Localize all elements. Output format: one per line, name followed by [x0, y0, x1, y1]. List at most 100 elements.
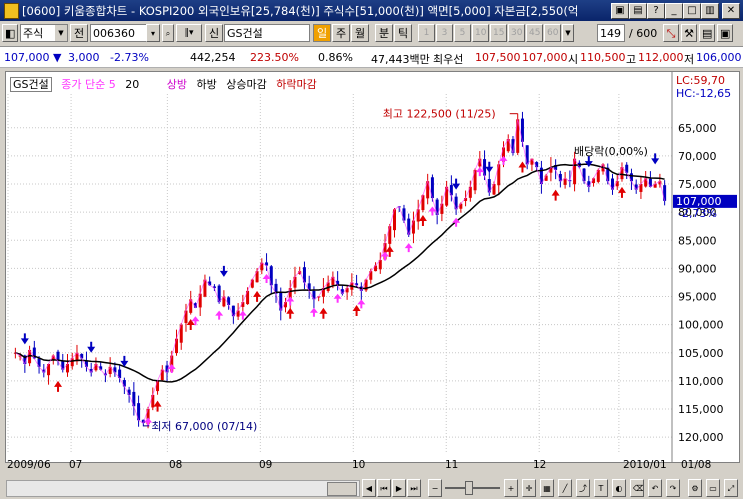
interval-button-3[interactable]: 3 [436, 24, 453, 42]
legend-lower-close: 하락마감 [276, 78, 317, 91]
up-arrow-icon [54, 380, 63, 392]
y-tick-label: 90,000 [678, 262, 717, 275]
up-arrow-icon [319, 307, 328, 319]
trend-icon[interactable]: ⤴ [576, 479, 590, 497]
down-arrow-icon [452, 178, 461, 190]
line-tool-icon[interactable]: ╱ [558, 479, 572, 497]
exit-icon[interactable]: ▥ [701, 3, 719, 19]
high-label: 고 [626, 53, 637, 66]
tab-weekly[interactable]: 주 [332, 24, 350, 42]
scroll-next-icon[interactable]: ▶ [392, 479, 406, 497]
y-tick-label: 85,000 [678, 234, 717, 247]
signal-marker-icon [333, 293, 342, 303]
open-label: 시 [568, 53, 579, 66]
close-icon[interactable]: ✕ [722, 3, 740, 19]
total-count: / 600 [629, 27, 658, 40]
settings-icon[interactable]: ⚙ [688, 479, 702, 497]
candlestick-chart[interactable]: 120,000 115,000 110,000 105,000 100,000 95,00… [6, 72, 739, 462]
color-icon[interactable]: ◐ [612, 479, 626, 497]
app-icon [4, 3, 19, 19]
redo-icon[interactable]: ↷ [666, 479, 680, 497]
print-icon[interactable]: ▤ [699, 24, 715, 42]
pin-icon[interactable]: ▤ [629, 3, 647, 19]
open-price: 110,500 [580, 51, 626, 64]
up-arrow-icon [286, 307, 295, 319]
chart-legend: GS건설 종가 단순 5 20 상방 하방 상승마감 하락마감 [10, 76, 323, 92]
ask-price: 107,500 [475, 51, 521, 64]
restore-icon[interactable]: ▣ [611, 3, 629, 19]
title-bar: [0600] 키움종합차트 - KOSPI200 외국인보유[25,784(천)… [0, 0, 743, 21]
up-arrow-icon [551, 189, 560, 201]
market-value: 주식 [23, 27, 44, 40]
expand-icon[interactable]: ⤢ [724, 479, 738, 497]
period-button[interactable]: 전 [70, 24, 88, 42]
y-tick-label: 95,000 [678, 291, 717, 304]
hc-readout: HC:-12,65 [676, 87, 732, 100]
panel-icon[interactable]: ▭ [706, 479, 720, 497]
chart-area[interactable]: 120,000 115,000 110,000 105,000 100,000 95,00… [5, 71, 740, 463]
y-tick-label: 110,000 [678, 375, 724, 388]
scroll-thumb[interactable] [327, 482, 357, 496]
y-tick-label: 120,000 [678, 431, 724, 444]
signal-marker-icon [215, 310, 224, 320]
menu-icon[interactable]: ◧ [2, 24, 18, 42]
y-tick-label: 105,000 [678, 347, 724, 360]
link-icon[interactable]: ⚒ [681, 24, 697, 42]
scroll-end-icon[interactable]: ⏭ [407, 479, 421, 497]
tab-minute[interactable]: 분 [375, 24, 393, 42]
scroll-start-icon[interactable]: ⏮ [377, 479, 391, 497]
interval-button-15[interactable]: 15 [490, 24, 507, 42]
signal-marker-icon [404, 243, 413, 253]
code-search-icon[interactable]: ▾ [146, 24, 160, 42]
horizontal-scrollbar[interactable] [6, 480, 360, 497]
undo-icon[interactable]: ↶ [648, 479, 662, 497]
signal-marker-icon [309, 307, 318, 317]
bid-price: 107,000 [522, 51, 568, 64]
minimize-icon[interactable]: _ [665, 3, 683, 19]
candle-body [525, 145, 529, 165]
flag-button[interactable]: 신 [205, 24, 223, 42]
chart-settings-icon[interactable]: ⤡ [663, 24, 679, 42]
zoom-out-icon[interactable]: − [428, 479, 442, 497]
eraser-icon[interactable]: ⌫ [630, 479, 644, 497]
tab-monthly[interactable]: 월 [351, 24, 369, 42]
window-title: [0600] 키움종합차트 - KOSPI200 외국인보유[25,784(천)… [22, 4, 579, 18]
legend-stock-name[interactable]: GS건설 [10, 77, 52, 92]
interval-button-45[interactable]: 45 [526, 24, 543, 42]
zoom-slider[interactable] [445, 481, 500, 495]
low-annotation: 최저 67,000 (07/14) [151, 420, 257, 433]
signal-marker-icon [262, 274, 271, 283]
market-select[interactable]: 주식 ▼ [20, 24, 68, 42]
quote-bar: 107,000 ▼ 3,000 -2.73% 442,254 223.50% 0… [0, 47, 743, 68]
scroll-first-icon[interactable]: ◀ [362, 479, 376, 497]
text-tool-icon[interactable]: T [594, 479, 608, 497]
stock-name-field: GS건설 [224, 24, 310, 42]
interval-button-1[interactable]: 1 [418, 24, 435, 42]
low-price: 106,000 [696, 51, 742, 64]
candle-body [402, 208, 406, 221]
tab-daily[interactable]: 일 [313, 24, 331, 42]
legend-period: 20 [125, 78, 140, 91]
grid-icon[interactable]: ▦ [540, 479, 554, 497]
best-quote-label: 최우선 [433, 53, 464, 66]
interval-button-60[interactable]: 60 [544, 24, 561, 42]
high-annotation: 최고 122,500 (11/25) [383, 108, 496, 121]
tab-tick[interactable]: 틱 [394, 24, 412, 42]
interval-dropdown-icon[interactable]: ▼ [562, 24, 574, 42]
code-input[interactable]: 006360 [90, 24, 148, 42]
maximize-icon[interactable]: □ [683, 3, 701, 19]
help-icon[interactable]: ? [647, 3, 665, 19]
crosshair-icon[interactable]: ✛ [522, 479, 536, 497]
count-input[interactable]: 149 [597, 24, 625, 42]
chevron-down-icon[interactable]: ▼ [55, 25, 67, 41]
zoom-slider-thumb[interactable] [465, 481, 473, 495]
prev-next-icon[interactable]: ‖▾ [176, 24, 202, 42]
save-icon[interactable]: ▣ [717, 24, 733, 42]
toolbar: ◧ 주식 ▼ 전 006360 ▾ ⌕ ‖▾ 신 GS건설 일 주 월 분 틱 1… [0, 21, 743, 47]
search-icon[interactable]: ⌕ [162, 24, 174, 42]
x-tick-label: 2010/01 [623, 459, 667, 471]
interval-button-10[interactable]: 10 [472, 24, 489, 42]
interval-button-30[interactable]: 30 [508, 24, 525, 42]
interval-button-5[interactable]: 5 [454, 24, 471, 42]
zoom-in-icon[interactable]: + [504, 479, 518, 497]
